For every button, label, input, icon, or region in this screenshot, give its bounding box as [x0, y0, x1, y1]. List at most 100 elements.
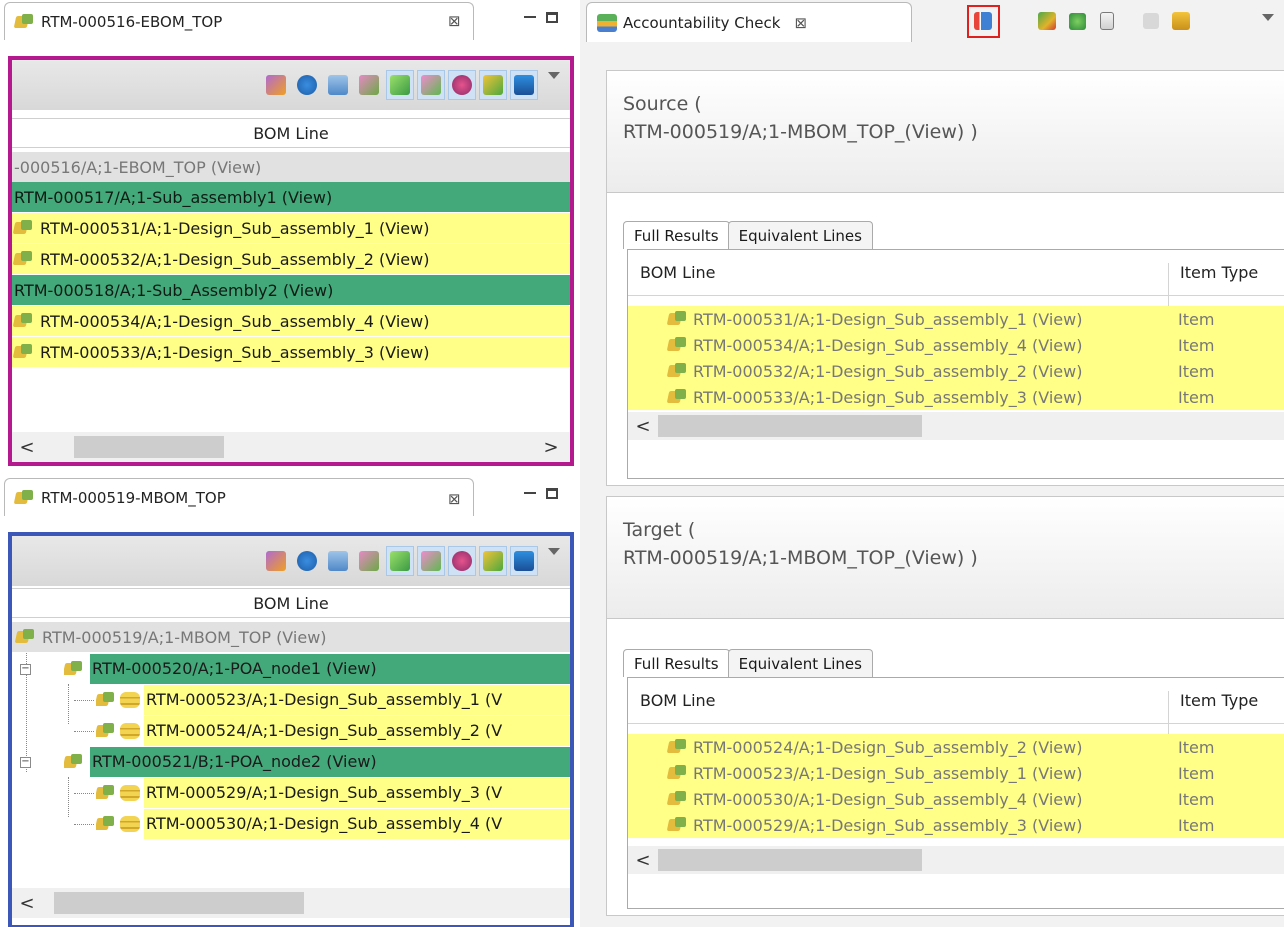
maximize-icon[interactable] — [546, 12, 558, 23]
accountability-check-icon — [597, 13, 617, 32]
table-row[interactable]: RTM-000519/A;1-MBOM_TOP (View) — [12, 622, 570, 652]
check-full-icon[interactable] — [479, 546, 507, 576]
scroll-right-icon[interactable]: > — [536, 437, 566, 458]
scroll-thumb[interactable] — [54, 892, 304, 914]
table-row[interactable]: RTM-000532/A;1-Design_Sub_assembly_2 (Vi… — [628, 358, 1284, 384]
scroll-thumb[interactable] — [74, 436, 224, 458]
ebom-close-icon[interactable]: ⊠ — [448, 12, 461, 30]
check-partial-icon[interactable] — [417, 70, 445, 100]
edit-properties-icon[interactable] — [262, 70, 290, 100]
scroll-thumb[interactable] — [658, 415, 922, 437]
item-icon — [668, 817, 688, 833]
refresh-icon[interactable] — [1064, 8, 1090, 34]
horizontal-scrollbar[interactable]: < — [628, 412, 1284, 440]
table-row[interactable]: RTM-000529/A;1-Design_Sub_assembly_3 (V — [96, 778, 570, 808]
scroll-thumb[interactable] — [658, 849, 922, 871]
bom-line-column-header[interactable]: BOM Line — [640, 263, 716, 282]
item-icon — [668, 791, 688, 807]
table-row[interactable]: RTM-000517/A;1-Sub_assembly1 (View) — [12, 182, 570, 212]
accountability-close-icon[interactable]: ⊠ — [794, 14, 807, 32]
bom-line-column-header[interactable]: BOM Line — [12, 118, 570, 148]
edit-properties-icon[interactable] — [262, 546, 290, 576]
item-icon — [668, 739, 688, 755]
accountability-check-tab[interactable]: Accountability Check ⊠ — [586, 2, 912, 42]
filter-lines-icon[interactable] — [386, 546, 414, 576]
tab-full-results[interactable]: Full Results — [623, 649, 730, 677]
target-label: Target ( — [623, 519, 696, 541]
scroll-left-icon[interactable]: < — [12, 437, 42, 458]
collapse-icon[interactable]: − — [20, 664, 31, 675]
bom-line-column-header[interactable]: BOM Line — [640, 691, 716, 710]
scroll-left-icon[interactable]: < — [628, 416, 658, 437]
table-row[interactable]: RTM-000521/B;1-POA_node2 (View) — [64, 747, 570, 777]
sync-icon[interactable] — [293, 546, 321, 576]
assign-icon[interactable] — [355, 70, 383, 100]
sync-icon[interactable] — [293, 70, 321, 100]
filter-icon[interactable] — [510, 70, 538, 100]
maximize-icon[interactable] — [546, 488, 558, 499]
check-full-icon[interactable] — [479, 70, 507, 100]
toolbar-menu-icon[interactable] — [548, 72, 560, 79]
table-row[interactable]: RTM-000532/A;1-Design_Sub_assembly_2 (Vi… — [12, 244, 570, 274]
sort-icon[interactable] — [1138, 8, 1164, 34]
table-row[interactable]: RTM-000524/A;1-Design_Sub_assembly_2 (Vi… — [628, 734, 1284, 760]
item-icon — [668, 311, 688, 327]
filter-icon[interactable] — [1168, 8, 1194, 34]
item-icon — [96, 816, 116, 832]
occurrence-icon — [120, 692, 140, 708]
item-icon — [14, 251, 34, 267]
ebom-view-tab[interactable]: RTM-000516-EBOM_TOP — [4, 2, 474, 40]
scroll-left-icon[interactable]: < — [628, 850, 658, 871]
table-row[interactable]: RTM-000530/A;1-Design_Sub_assembly_4 (Vi… — [628, 786, 1284, 812]
toolbar-menu-icon[interactable] — [548, 548, 560, 555]
check-partial-icon[interactable] — [417, 546, 445, 576]
table-row[interactable]: RTM-000523/A;1-Design_Sub_assembly_1 (V — [96, 685, 570, 715]
source-label: Source ( — [623, 93, 702, 115]
assign-icon[interactable] — [355, 546, 383, 576]
horizontal-scrollbar[interactable]: < — [628, 846, 1284, 874]
item-icon — [64, 754, 84, 770]
minimize-icon[interactable] — [524, 16, 536, 18]
table-row[interactable]: -000516/A;1-EBOM_TOP (View) — [12, 152, 570, 182]
view-menu-icon[interactable] — [1262, 14, 1274, 21]
table-row[interactable]: RTM-000529/A;1-Design_Sub_assembly_3 (Vi… — [628, 812, 1284, 838]
structure-icon[interactable] — [324, 70, 352, 100]
ebom-view-tab-title: RTM-000516-EBOM_TOP — [41, 12, 223, 31]
structure-icon[interactable] — [324, 546, 352, 576]
marker-icon[interactable] — [448, 70, 476, 100]
item-type-column-header[interactable]: Item Type — [1180, 691, 1258, 710]
horizontal-scrollbar[interactable]: < > — [12, 432, 570, 462]
tab-full-results[interactable]: Full Results — [623, 221, 730, 249]
minimize-icon[interactable] — [524, 492, 536, 494]
filter-lines-icon[interactable] — [386, 70, 414, 100]
table-row[interactable]: RTM-000524/A;1-Design_Sub_assembly_2 (V — [96, 716, 570, 746]
info-icon[interactable] — [1094, 8, 1120, 34]
table-row[interactable]: RTM-000534/A;1-Design_Sub_assembly_4 (Vi… — [628, 332, 1284, 358]
table-row[interactable]: RTM-000534/A;1-Design_Sub_assembly_4 (Vi… — [12, 306, 570, 336]
table-row[interactable]: RTM-000531/A;1-Design_Sub_assembly_1 (Vi… — [12, 213, 570, 243]
table-row[interactable]: RTM-000518/A;1-Sub_Assembly2 (View) — [12, 275, 570, 305]
mbom-view-tab[interactable]: RTM-000519-MBOM_TOP — [4, 478, 474, 516]
table-row[interactable]: RTM-000520/A;1-POA_node1 (View) — [64, 654, 570, 684]
item-icon — [96, 785, 116, 801]
marker-icon[interactable] — [448, 546, 476, 576]
scroll-left-icon[interactable]: < — [12, 893, 42, 914]
bom-line-column-header[interactable]: BOM Line — [12, 588, 570, 618]
table-row[interactable]: RTM-000531/A;1-Design_Sub_assembly_1 (Vi… — [628, 306, 1284, 332]
source-section: Source ( RTM-000519/A;1-MBOM_TOP_(View) … — [606, 70, 1284, 486]
table-row[interactable]: RTM-000533/A;1-Design_Sub_assembly_3 (Vi… — [12, 337, 570, 367]
source-header: Source ( RTM-000519/A;1-MBOM_TOP_(View) … — [607, 71, 1284, 193]
table-row[interactable]: RTM-000523/A;1-Design_Sub_assembly_1 (Vi… — [628, 760, 1284, 786]
item-icon — [96, 692, 116, 708]
table-row[interactable]: RTM-000533/A;1-Design_Sub_assembly_3 (Vi… — [628, 384, 1284, 410]
accountability-settings-icon[interactable] — [1034, 8, 1060, 34]
mbom-close-icon[interactable]: ⊠ — [448, 490, 461, 508]
tab-equivalent-lines[interactable]: Equivalent Lines — [727, 221, 873, 249]
table-row[interactable]: RTM-000530/A;1-Design_Sub_assembly_4 (V — [96, 809, 570, 839]
item-type-column-header[interactable]: Item Type — [1180, 263, 1258, 282]
collapse-icon[interactable]: − — [20, 757, 31, 768]
target-results-table: BOM Line Item Type RTM-000524/A;1-Design… — [627, 677, 1284, 909]
filter-icon[interactable] — [510, 546, 538, 576]
horizontal-scrollbar[interactable]: < — [12, 888, 570, 918]
tab-equivalent-lines[interactable]: Equivalent Lines — [727, 649, 873, 677]
